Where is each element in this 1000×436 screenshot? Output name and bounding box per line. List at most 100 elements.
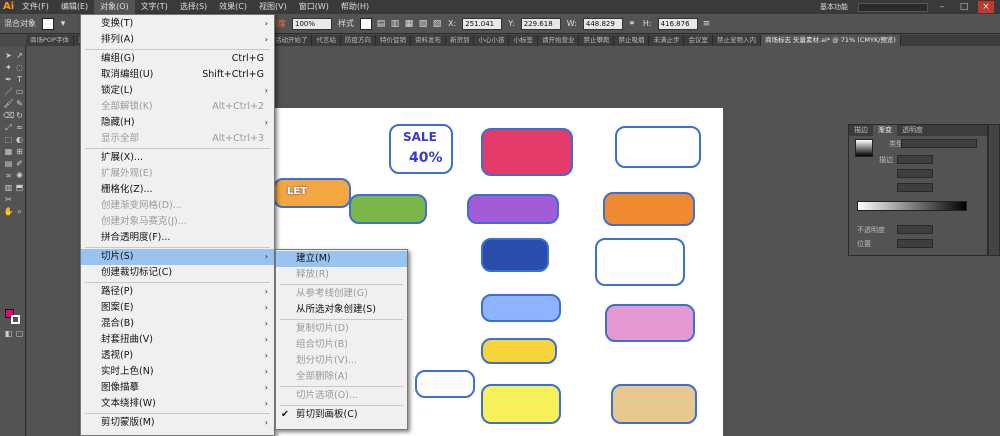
scale-tool-icon[interactable]: ⤢ [3, 122, 14, 133]
object-menu-item[interactable]: 透视(P) › [81, 348, 274, 364]
artboard-tool-icon[interactable]: ⬒ [14, 182, 25, 193]
minimize-icon[interactable]: – [934, 1, 950, 13]
type-select[interactable] [901, 139, 977, 148]
art-orange-badge[interactable] [603, 192, 695, 226]
x-field[interactable]: 251.041 [462, 17, 503, 30]
transform-icon[interactable]: ▨ [431, 18, 443, 30]
rectangle-tool-icon[interactable]: ▭ [14, 86, 25, 97]
zoom-tool-icon[interactable]: ⌕ [14, 206, 25, 217]
object-menu-item[interactable]: 扩展(X)... [81, 150, 274, 166]
symbol-sprayer-icon[interactable]: ✺ [14, 170, 25, 181]
menu-7[interactable]: 窗口(W) [293, 0, 335, 14]
mesh-tool-icon[interactable]: ⊞ [14, 146, 25, 157]
direct-selection-tool-icon[interactable]: ↗ [14, 50, 25, 61]
opacity-field[interactable]: 100% [292, 17, 332, 30]
drawing-mode-icon[interactable]: ◧ [3, 328, 14, 339]
aspect-field[interactable] [897, 169, 933, 178]
opacity-panel-field[interactable] [897, 225, 933, 234]
brush-tool-icon[interactable]: 🖌 [3, 98, 14, 109]
panel-tab[interactable]: 渐变 [873, 125, 897, 136]
chevron-down-icon[interactable]: ▾ [57, 18, 69, 30]
type-tool-icon[interactable]: T [14, 74, 25, 85]
align-left-icon[interactable]: ▤ [375, 18, 387, 30]
slice-menu-item[interactable]: 全部删除(A) [276, 369, 407, 385]
menu-0[interactable]: 文件(F) [16, 0, 55, 14]
document-tab[interactable]: 资料发布 [411, 35, 446, 46]
object-menu-item[interactable]: 实时上色(N) › [81, 364, 274, 380]
object-menu-item[interactable]: 全部解锁(K) Alt+Ctrl+2 [81, 99, 274, 115]
slice-menu-item[interactable]: 建立(M) [276, 251, 407, 267]
pen-tool-icon[interactable]: ✒ [3, 74, 14, 85]
document-tab[interactable]: 请开始营业 [538, 35, 580, 46]
warp-tool-icon[interactable]: ≈ [14, 122, 25, 133]
document-tab[interactable]: 活动开始了 [271, 35, 313, 46]
menu-6[interactable]: 视图(V) [253, 0, 293, 14]
document-tab[interactable]: 商场POP字体 [26, 35, 74, 46]
menu-8[interactable]: 帮助(H) [335, 0, 375, 14]
object-menu-item[interactable]: 显示全部 Alt+Ctrl+3 [81, 131, 274, 147]
object-menu-item[interactable]: 文本绕排(W) › [81, 396, 274, 412]
art-cloud-badge[interactable] [615, 126, 701, 168]
gradient-preview[interactable] [855, 139, 873, 157]
fill-swatch[interactable] [42, 17, 54, 30]
object-menu-item[interactable]: 隐藏(H) › [81, 115, 274, 131]
object-menu-item[interactable]: 切片(S) › [81, 249, 274, 265]
rotate-tool-icon[interactable]: ↻ [14, 110, 25, 121]
art-red-badge[interactable] [481, 128, 573, 176]
location-field[interactable] [897, 183, 933, 192]
magic-wand-icon[interactable]: ✦ [3, 62, 14, 73]
object-menu-item[interactable]: 栅格化(Z)... [81, 182, 274, 198]
search-input[interactable] [858, 2, 928, 12]
object-menu-item[interactable]: 图案(E) › [81, 300, 274, 316]
perspective-grid-icon[interactable]: ▦ [3, 146, 14, 157]
maximize-icon[interactable]: □ [956, 1, 972, 13]
gradient-tool-icon[interactable]: ▤ [3, 158, 14, 169]
eyedropper-icon[interactable]: ✐ [14, 158, 25, 169]
document-tab[interactable]: 防疫方向 [341, 35, 376, 46]
object-menu-item[interactable]: 创建对象马赛克(J)... [81, 214, 274, 230]
object-menu-item[interactable]: 创建渐变网格(D)... [81, 198, 274, 214]
object-menu-item[interactable]: 变换(T) › [81, 16, 274, 32]
object-menu-item[interactable]: 扩展外观(E) [81, 166, 274, 182]
blend-tool-icon[interactable]: ∞ [3, 170, 14, 181]
gradient-slider[interactable] [857, 201, 967, 211]
width-field[interactable]: 448.829 [582, 17, 623, 30]
slice-menu-item[interactable]: 从参考线创建(G) [276, 286, 407, 302]
graph-tool-icon[interactable]: ▥ [3, 182, 14, 193]
slice-menu-item[interactable]: 从所选对象创建(S) [276, 302, 407, 318]
document-tab[interactable]: 禁止宠物入内 [713, 35, 761, 46]
object-menu-item[interactable]: 锁定(L) › [81, 83, 274, 99]
object-menu-item[interactable]: 排列(A) › [81, 32, 274, 48]
shape-builder-icon[interactable]: ◐ [14, 134, 25, 145]
line-tool-icon[interactable]: ／ [3, 86, 14, 97]
object-menu-item[interactable]: 封套扭曲(V) › [81, 332, 274, 348]
art-let-badge[interactable]: LET [273, 178, 351, 208]
menu-4[interactable]: 选择(S) [174, 0, 213, 14]
selection-tool-icon[interactable]: ➤ [3, 50, 14, 61]
object-menu-item[interactable]: 混合(B) › [81, 316, 274, 332]
align-center-icon[interactable]: ▥ [389, 18, 401, 30]
document-tab[interactable]: 新货到 [446, 35, 475, 46]
art-lightblue-badge[interactable] [481, 294, 561, 322]
distribute-icon[interactable]: ▧ [417, 18, 429, 30]
position-field[interactable] [897, 239, 933, 248]
art-purple-badge[interactable] [467, 194, 559, 224]
slice-menu-item[interactable]: ✔ 剪切到画板(C) [276, 407, 407, 423]
document-tab[interactable]: 会议室 [684, 35, 713, 46]
document-tab[interactable]: 禁止攀爬 [579, 35, 615, 46]
slice-menu-item[interactable]: 组合切片(B) [276, 337, 407, 353]
menu-5[interactable]: 效果(C) [213, 0, 253, 14]
slice-menu-item[interactable]: 划分切片(V)... [276, 353, 407, 369]
art-tan-badge[interactable] [611, 384, 697, 424]
screen-mode-icon[interactable]: ▢ [14, 328, 25, 339]
document-tab[interactable]: 代言站 [312, 35, 341, 46]
document-tab[interactable]: 小标签 [509, 35, 538, 46]
menu-3[interactable]: 文字(T) [135, 0, 174, 14]
art-sale-badge[interactable]: SALE 40% [389, 124, 453, 174]
height-field[interactable]: 416.876 [657, 17, 698, 30]
object-menu-item[interactable]: 拼合透明度(F)... [81, 230, 274, 246]
menu-1[interactable]: 编辑(E) [55, 0, 94, 14]
eraser-tool-icon[interactable]: ⌫ [3, 110, 14, 121]
align-right-icon[interactable]: ▦ [403, 18, 415, 30]
menu-icon[interactable]: ≡ [701, 18, 713, 30]
